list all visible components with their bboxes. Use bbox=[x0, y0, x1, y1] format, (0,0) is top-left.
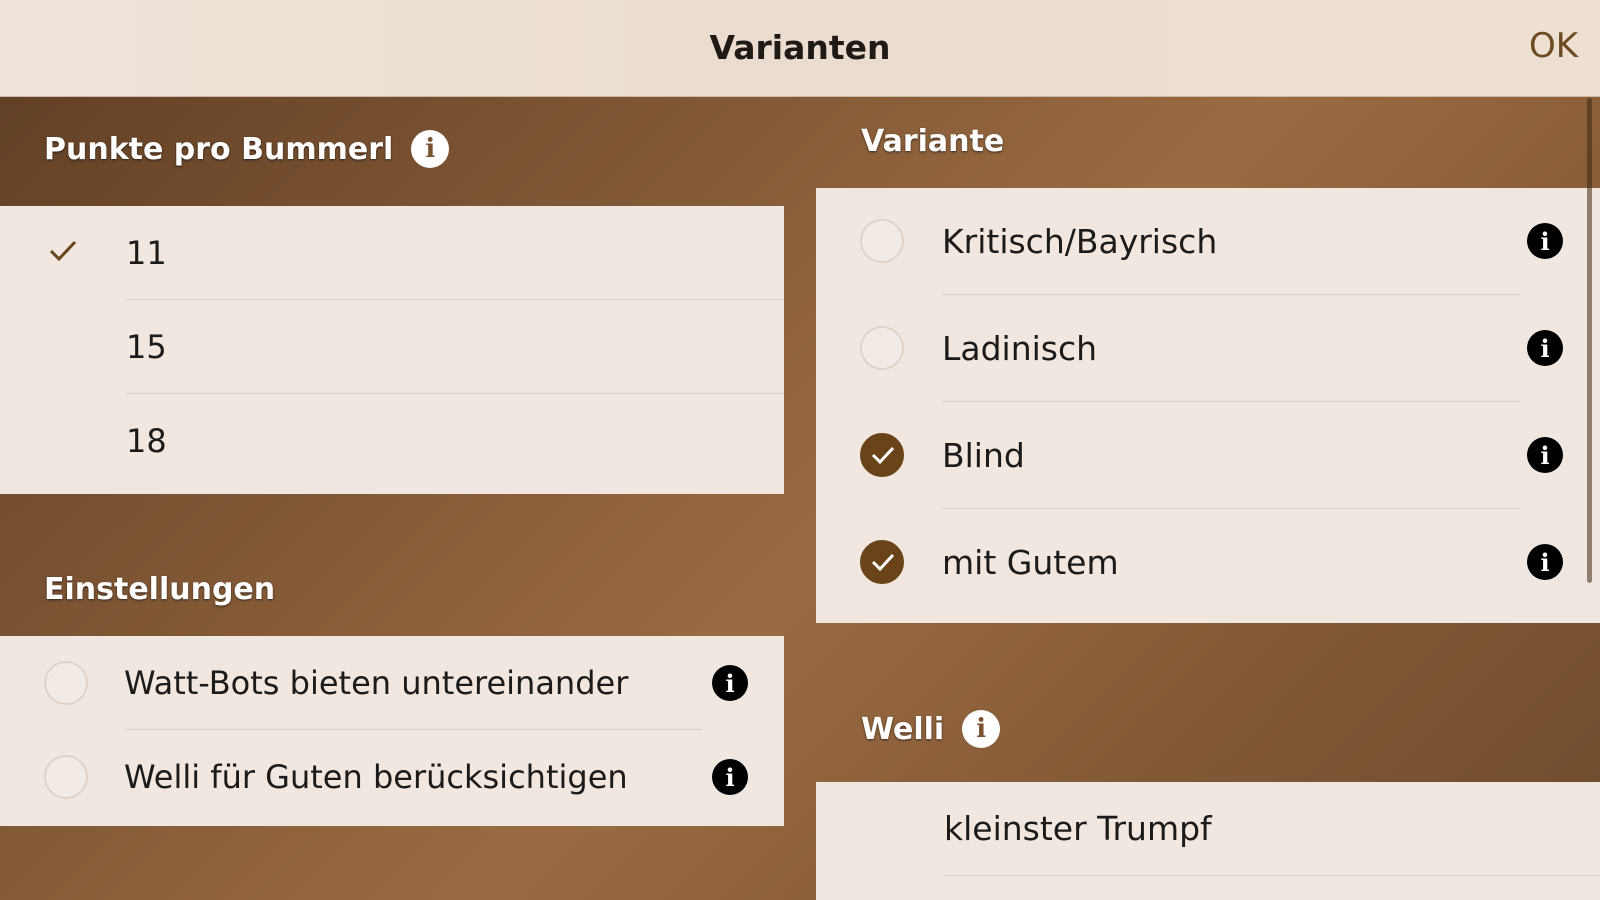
checkmark-icon bbox=[871, 446, 895, 465]
points-option-11[interactable]: 11 bbox=[0, 206, 784, 300]
info-icon[interactable]: i bbox=[411, 130, 450, 168]
toggle-circle[interactable] bbox=[44, 755, 88, 799]
info-icon[interactable]: i bbox=[962, 710, 1001, 748]
points-option-label: 18 bbox=[126, 422, 167, 460]
setting-label: Watt-Bots bieten untereinander bbox=[124, 664, 629, 702]
info-icon[interactable]: i bbox=[1527, 223, 1563, 259]
setting-label: Welli für Guten berücksichtigen bbox=[124, 758, 628, 796]
points-option-18[interactable]: 18 bbox=[0, 394, 784, 488]
welli-item-kleinster-trumpf[interactable]: kleinster Trumpf bbox=[816, 782, 1600, 876]
variant-item-mit-gutem[interactable]: mit Gutem i bbox=[816, 509, 1600, 616]
checkmark-icon bbox=[49, 240, 77, 262]
checked-circle-icon[interactable] bbox=[860, 540, 904, 584]
variant-list: Kritisch/Bayrisch i Ladinisch i Blind i … bbox=[816, 188, 1600, 623]
welli-label: kleinster Trumpf bbox=[944, 809, 1212, 848]
welli-section-header: Welli i bbox=[861, 710, 1001, 748]
setting-watt-bots[interactable]: Watt-Bots bieten untereinander i bbox=[0, 636, 784, 730]
variant-label: Kritisch/Bayrisch bbox=[942, 222, 1218, 261]
points-section-title: Punkte pro Bummerl bbox=[44, 131, 394, 167]
info-icon[interactable]: i bbox=[712, 759, 748, 795]
settings-section-header: Einstellungen bbox=[44, 572, 275, 607]
info-icon[interactable]: i bbox=[1527, 330, 1563, 366]
divider bbox=[944, 875, 1600, 876]
scrollbar[interactable] bbox=[1587, 98, 1592, 583]
setting-welli-guten[interactable]: Welli für Guten berücksichtigen i bbox=[0, 730, 784, 824]
variant-section-title: Variante bbox=[861, 124, 1005, 159]
checkmark-icon bbox=[871, 553, 895, 572]
points-option-15[interactable]: 15 bbox=[0, 300, 784, 394]
navigation-bar: Varianten OK bbox=[0, 0, 1600, 97]
variant-item-ladinisch[interactable]: Ladinisch i bbox=[816, 295, 1600, 402]
info-icon[interactable]: i bbox=[1527, 437, 1563, 473]
variant-label: Blind bbox=[942, 436, 1025, 475]
variant-label: Ladinisch bbox=[942, 329, 1098, 368]
toggle-circle[interactable] bbox=[860, 219, 904, 263]
welli-list: kleinster Trumpf bbox=[816, 782, 1600, 900]
points-option-label: 11 bbox=[126, 234, 167, 272]
toggle-circle[interactable] bbox=[44, 661, 88, 705]
ok-button[interactable]: OK bbox=[1529, 26, 1578, 66]
welli-section-title: Welli bbox=[861, 711, 945, 747]
variant-section-header: Variante bbox=[861, 124, 1004, 159]
checked-circle-icon[interactable] bbox=[860, 433, 904, 477]
settings-list: Watt-Bots bieten untereinander i Welli f… bbox=[0, 636, 784, 826]
variant-item-kritisch-bayrisch[interactable]: Kritisch/Bayrisch i bbox=[816, 188, 1600, 295]
info-icon[interactable]: i bbox=[712, 665, 748, 701]
toggle-circle[interactable] bbox=[860, 326, 904, 370]
page-title: Varianten bbox=[709, 28, 891, 67]
points-option-label: 15 bbox=[126, 328, 167, 366]
points-section-header: Punkte pro Bummerl i bbox=[44, 130, 450, 168]
variant-label: mit Gutem bbox=[942, 543, 1119, 582]
points-list: 11 15 18 bbox=[0, 206, 784, 494]
info-icon[interactable]: i bbox=[1527, 544, 1563, 580]
variant-item-blind[interactable]: Blind i bbox=[816, 402, 1600, 509]
settings-section-title: Einstellungen bbox=[44, 572, 276, 607]
